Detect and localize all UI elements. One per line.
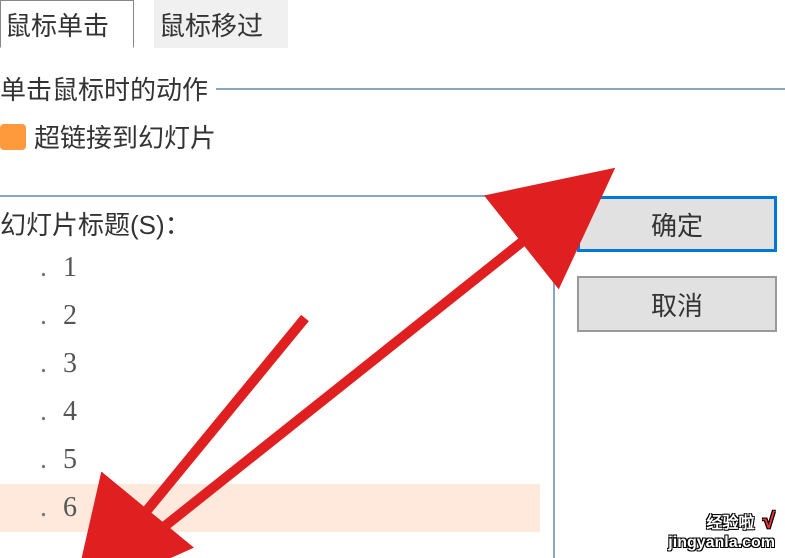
fieldset-legend: 单击鼠标时的动作 [0, 70, 216, 107]
button-label: 取消 [651, 291, 703, 321]
dialog-title-text: 超链接到幻灯片 [34, 118, 216, 155]
watermark-text: 经验啦 [706, 515, 754, 532]
slide-list[interactable]: .1.2.3.4.5.6 [0, 244, 540, 532]
list-item-prefix: . [40, 492, 47, 523]
dialog-buttons: 确定 取消 [577, 196, 777, 332]
list-item-prefix: . [40, 396, 47, 427]
tab-label: 鼠标移过 [159, 6, 263, 43]
list-item[interactable]: .5 [0, 436, 540, 484]
list-item[interactable]: .1 [0, 244, 540, 292]
watermark: 经验啦 √ jingyanla.com [668, 508, 775, 552]
watermark-url: jingyanla.com [668, 534, 775, 552]
list-item-label: 5 [63, 444, 77, 475]
slide-list-group: 幻灯片标题(S)： .1.2.3.4.5.6 [0, 195, 555, 558]
check-icon: √ [763, 508, 775, 533]
fieldset-click-action: 单击鼠标时的动作 [0, 88, 785, 90]
list-item-label: 2 [63, 300, 77, 331]
list-item[interactable]: .6 [0, 484, 540, 532]
tab-mouse-click[interactable]: 鼠标单击 [0, 0, 134, 48]
list-item-label: 1 [63, 252, 77, 283]
ok-button[interactable]: 确定 [577, 196, 777, 252]
tab-bar: 鼠标单击 鼠标移过 [0, 0, 785, 48]
button-label: 确定 [651, 211, 703, 241]
hyperlink-icon [0, 124, 26, 150]
list-item-label: 4 [63, 396, 77, 427]
list-item[interactable]: .4 [0, 388, 540, 436]
list-item-prefix: . [40, 252, 47, 283]
list-item[interactable]: .2 [0, 292, 540, 340]
tab-label: 鼠标单击 [5, 6, 109, 43]
slide-list-label: 幻灯片标题(S)： [0, 205, 553, 242]
cancel-button[interactable]: 取消 [577, 276, 777, 332]
list-item-label: 6 [63, 492, 77, 523]
list-item-prefix: . [40, 348, 47, 379]
list-item-prefix: . [40, 444, 47, 475]
list-item-label: 3 [63, 348, 77, 379]
dialog-title-row: 超链接到幻灯片 [0, 118, 785, 155]
tab-mouse-hover[interactable]: 鼠标移过 [154, 0, 288, 48]
list-item[interactable]: .3 [0, 340, 540, 388]
list-item-prefix: . [40, 300, 47, 331]
